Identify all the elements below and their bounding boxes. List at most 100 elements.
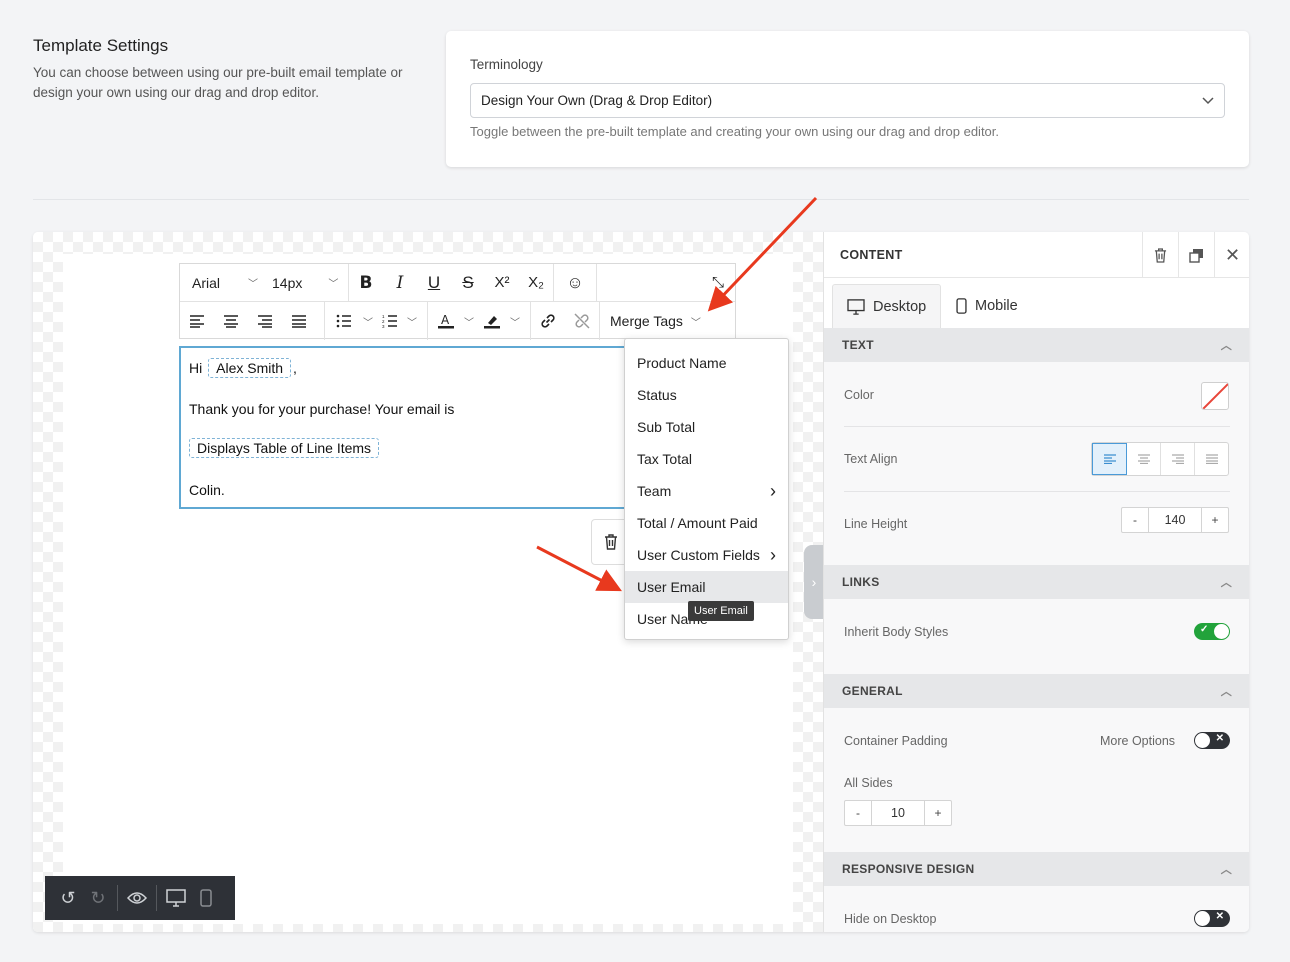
template-settings-description: You can choose between using our pre-bui… <box>33 65 403 100</box>
mobile-icon <box>956 298 967 314</box>
section-text-title: TEXT <box>842 338 874 352</box>
merge-menu-item[interactable]: Status <box>625 379 788 411</box>
chevron-down-icon[interactable]: ﹀ <box>407 314 417 329</box>
duplicate-button[interactable] <box>1178 232 1214 278</box>
merge-menu-item[interactable]: Tax Total <box>625 443 788 475</box>
container-padding-label: Container Padding <box>844 734 948 748</box>
mobile-view-icon[interactable] <box>191 876 221 920</box>
font-family-value: Arial <box>192 274 221 291</box>
merge-menu-item[interactable]: User Custom Fields › <box>625 539 788 571</box>
x-icon: ✕ <box>1215 733 1224 744</box>
content-panel: CONTENT ✕ Desktop Mobile TEXT ︿ Color Te… <box>823 232 1249 932</box>
align-justify-icon[interactable] <box>282 302 316 340</box>
align-right-icon[interactable] <box>248 302 282 340</box>
chevron-down-icon: ﹀ <box>328 279 339 290</box>
align-center-icon[interactable] <box>214 302 248 340</box>
padding-stepper: - 10 + <box>844 800 952 826</box>
hide-on-desktop-toggle[interactable]: ✕ <box>1194 910 1230 927</box>
section-general-title: GENERAL <box>842 684 903 698</box>
merge-menu-item-label: Status <box>637 387 677 403</box>
align-right-icon[interactable] <box>1161 443 1195 475</box>
collapse-panel-tab[interactable]: › <box>804 545 824 619</box>
x-icon: ✕ <box>1215 911 1224 922</box>
more-options-label: More Options <box>1100 734 1176 748</box>
align-left-icon[interactable] <box>180 302 214 340</box>
align-left-icon[interactable] <box>1092 443 1127 475</box>
merge-menu-item[interactable]: Total / Amount Paid <box>625 507 788 539</box>
text-color-icon[interactable]: A <box>428 302 464 340</box>
section-links[interactable]: LINKS ︿ <box>824 565 1249 599</box>
padding-plus[interactable]: + <box>925 801 951 825</box>
subscript-icon[interactable]: X₂ <box>519 264 553 302</box>
font-size-select[interactable]: 14px ﹀ <box>262 264 348 302</box>
chevron-down-icon <box>1202 96 1214 104</box>
merge-tag-name[interactable]: Alex Smith <box>208 358 292 378</box>
delete-panel-button[interactable] <box>1142 232 1178 278</box>
section-general[interactable]: GENERAL ︿ <box>824 674 1249 708</box>
merge-menu-item[interactable]: Product Name <box>625 347 788 379</box>
merge-menu-item-label: Sub Total <box>637 419 696 435</box>
merge-menu-item[interactable]: User Email <box>625 571 788 603</box>
merge-tags-button[interactable]: Merge Tags ﹀ <box>600 302 701 340</box>
line-height-plus[interactable]: + <box>1202 508 1228 532</box>
chevron-down-icon[interactable]: ﹀ <box>464 314 474 329</box>
line-height-minus[interactable]: - <box>1122 508 1148 532</box>
highlight-icon[interactable] <box>474 302 510 340</box>
chevron-down-icon[interactable]: ﹀ <box>363 314 373 329</box>
merge-menu-item[interactable]: Team › <box>625 475 788 507</box>
chevron-up-icon: ︿ <box>1220 864 1232 876</box>
chevron-down-icon: ﹀ <box>248 279 259 290</box>
numbered-list-icon[interactable]: 123 <box>373 302 407 340</box>
hide-on-desktop-label: Hide on Desktop <box>844 912 937 926</box>
collapse-toolbar-icon[interactable]: ⤡ <box>701 264 735 302</box>
strikethrough-icon[interactable]: S <box>451 264 485 302</box>
redo-icon[interactable]: ↻ <box>83 876 113 920</box>
svg-text:A: A <box>441 313 450 327</box>
chevron-up-icon: ︿ <box>1220 686 1232 698</box>
editor-bottom-bar: ↺ ↻ <box>45 876 235 920</box>
section-responsive[interactable]: RESPONSIVE DESIGN ︿ <box>824 852 1249 886</box>
padding-minus[interactable]: - <box>845 801 871 825</box>
bold-icon[interactable]: B <box>349 264 383 302</box>
undo-icon[interactable]: ↺ <box>53 876 83 920</box>
close-icon[interactable]: ✕ <box>1214 232 1249 278</box>
superscript-icon[interactable]: X² <box>485 264 519 302</box>
padding-value[interactable]: 10 <box>871 801 925 825</box>
more-options-toggle[interactable]: ✕ <box>1194 732 1230 749</box>
font-size-value: 14px <box>272 274 303 291</box>
tab-mobile[interactable]: Mobile <box>942 284 1032 328</box>
inherit-body-styles-toggle[interactable]: ✓ <box>1194 623 1230 640</box>
italic-icon[interactable]: I <box>383 264 417 302</box>
underline-icon[interactable]: U <box>417 264 451 302</box>
tab-mobile-label: Mobile <box>975 298 1018 314</box>
section-text[interactable]: TEXT ︿ <box>824 328 1249 362</box>
text-block[interactable]: Hi Alex Smith, Thank you for your purcha… <box>179 346 629 509</box>
chevron-right-icon: › <box>770 480 776 501</box>
line-height-stepper: - 140 + <box>1121 507 1229 533</box>
font-family-select[interactable]: Arial ﹀ <box>180 264 262 302</box>
align-justify-icon[interactable] <box>1195 443 1228 475</box>
link-icon[interactable] <box>531 302 565 340</box>
duplicate-icon <box>1189 248 1203 263</box>
color-picker[interactable] <box>1201 382 1229 410</box>
line-height-value[interactable]: 140 <box>1148 508 1202 532</box>
merge-menu-item-label: Total / Amount Paid <box>637 515 758 531</box>
trash-icon <box>1154 247 1167 263</box>
preview-icon[interactable] <box>122 876 152 920</box>
desktop-view-icon[interactable] <box>161 876 191 920</box>
align-center-icon[interactable] <box>1127 443 1161 475</box>
merge-tag-line-items[interactable]: Displays Table of Line Items <box>189 438 380 458</box>
template-settings-title: Template Settings <box>33 36 169 55</box>
terminology-select[interactable]: Design Your Own (Drag & Drop Editor) <box>470 83 1225 118</box>
color-label: Color <box>844 388 874 402</box>
tab-desktop[interactable]: Desktop <box>832 284 942 328</box>
merge-menu-item[interactable]: Sub Total <box>625 411 788 443</box>
text-align-group <box>1091 442 1229 476</box>
chevron-down-icon[interactable]: ﹀ <box>510 314 520 329</box>
body-text: Thank you for your purchase! Your email … <box>189 401 455 417</box>
line-height-label: Line Height <box>844 517 908 531</box>
emoji-icon[interactable]: ☺ <box>554 264 596 302</box>
bullet-list-icon[interactable] <box>325 302 363 340</box>
unlink-icon[interactable] <box>565 302 599 340</box>
merge-menu-item-label: Product Name <box>637 355 727 371</box>
